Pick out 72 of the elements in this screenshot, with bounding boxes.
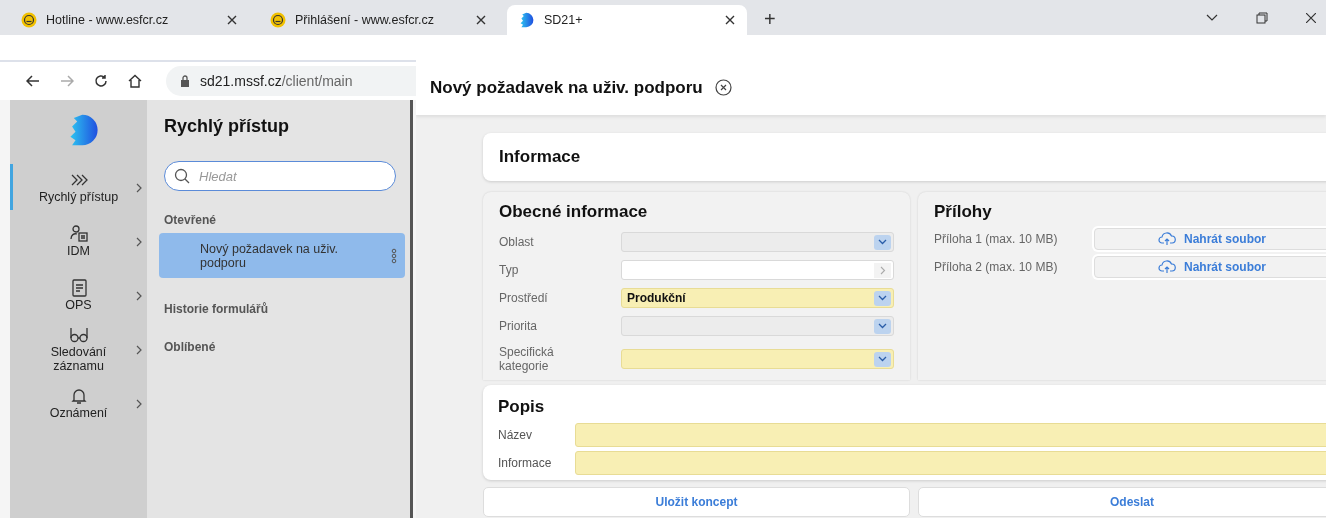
new-tab-button[interactable]: + [764,8,776,31]
browser-tab[interactable]: SD21+ [507,5,747,35]
field-label: Oblast [499,235,535,249]
dropdown-icon [874,318,891,334]
field-label: Specifická kategorie [499,345,555,373]
upload-button[interactable]: Nahrát soubor [1094,228,1326,250]
field-label: Typ [499,263,520,277]
lock-icon [180,75,190,87]
dropdown-icon [874,351,891,367]
url-text: sd21.mssf.cz/client/main [200,73,353,89]
text-field[interactable] [575,423,1326,447]
browser-tab[interactable]: Přihlášení - www.esfcr.cz [258,5,498,35]
attachment-label: Příloha 2 (max. 10 MB) [934,260,1059,274]
field-label: Priorita [499,319,538,333]
close-icon[interactable] [714,79,732,96]
app-logo [519,12,535,28]
select-field[interactable]: Produkční [621,288,894,308]
more-icon[interactable] [391,247,397,264]
chevron-right-icon [874,262,891,278]
nav-item[interactable]: OPS [10,268,147,322]
drawer-title: Nový požadavek na uživ. podporu [430,77,703,98]
section-heading[interactable]: Otevřené [164,213,405,227]
close-icon[interactable] [1306,12,1316,23]
save-draft-button[interactable]: Uložit koncept [483,487,910,517]
section-title: Přílohy [934,202,993,222]
section-title: Popis [498,397,546,417]
info-card-title: Informace [483,133,1326,181]
open-form-item[interactable]: Nový požadavek na uživ. podporu [159,233,405,278]
select-field[interactable] [621,349,894,369]
dropdown-icon [874,234,891,250]
nav-item[interactable]: Rychlý přístup [10,160,147,214]
chevron-right-icon [135,183,143,193]
section-title: Obecné informace [499,202,649,222]
section-heading[interactable]: Oblíbené [164,340,405,354]
field-label: Prostředí [499,291,549,305]
lookup-field[interactable] [621,260,894,280]
chevron-right-icon [135,237,143,247]
chevron-right-icon [135,291,143,301]
chevron-right-icon [135,345,143,355]
smiley-badge-icon [21,12,37,28]
chevron-down-icon[interactable] [1206,13,1218,22]
reload-icon[interactable] [94,74,108,88]
back-icon[interactable] [26,75,40,87]
close-icon[interactable] [476,15,486,25]
glasses-icon [68,325,89,345]
field-label: Název [498,428,533,442]
nav-item[interactable]: Oznámení [10,376,147,430]
submit-button[interactable]: Odeslat [918,487,1326,517]
close-icon[interactable] [725,15,735,25]
select-field[interactable] [621,232,894,252]
browser-tab[interactable]: Hotline - www.esfcr.cz [9,5,249,35]
smiley-badge-icon [270,12,286,28]
select-field[interactable] [621,316,894,336]
search-field[interactable]: Hledat [164,161,396,191]
address-bar[interactable]: sd21.mssf.cz/client/main [166,66,416,96]
home-icon[interactable] [128,74,142,88]
chevron-right-icon [135,399,143,409]
search-icon [174,168,190,184]
close-icon[interactable] [227,15,237,25]
field-label: Informace [498,456,553,470]
dropdown-icon [874,290,891,306]
text-field[interactable] [575,451,1326,475]
cloud-upload-icon [1158,260,1176,274]
section-heading[interactable]: Historie formulářů [164,302,405,316]
user-list-icon [68,224,89,244]
restore-icon[interactable] [1256,11,1268,24]
panel-title: Rychlý přístup [164,116,291,137]
upload-button[interactable]: Nahrát soubor [1094,256,1326,278]
nav-item[interactable]: Sledování záznamu [10,322,147,376]
cloud-upload-icon [1158,232,1176,246]
attachment-label: Příloha 1 (max. 10 MB) [934,232,1059,246]
nav-item[interactable]: IDM [10,214,147,268]
